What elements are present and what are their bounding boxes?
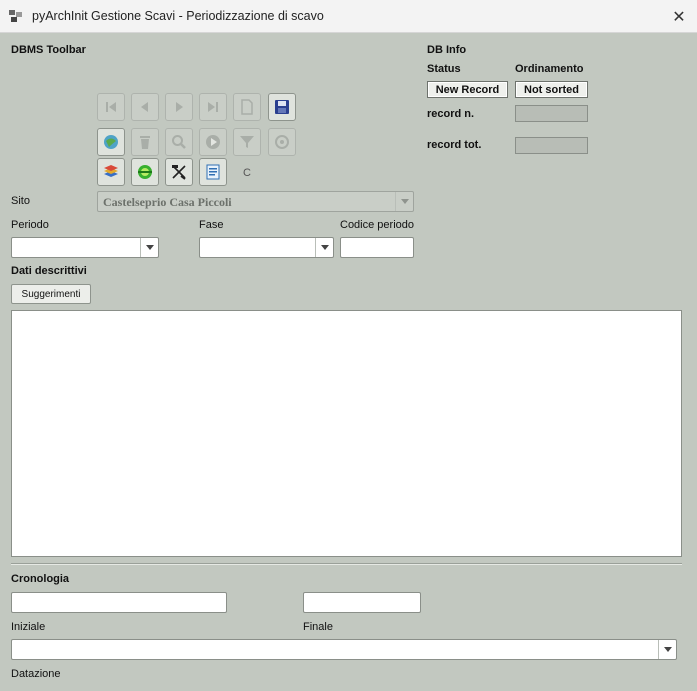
- tool-button[interactable]: [165, 158, 193, 186]
- first-record-button[interactable]: [97, 93, 125, 121]
- app-icon: [9, 10, 22, 22]
- fase-combobox[interactable]: [199, 237, 334, 258]
- last-record-icon: [208, 102, 218, 112]
- title-bar: pyArchInit Gestione Scavi - Periodizzazi…: [0, 0, 697, 33]
- reset-icon: [275, 135, 289, 149]
- divider: [11, 563, 682, 565]
- globe-button[interactable]: [97, 128, 125, 156]
- dati-descrittivi-label: Dati descrittivi: [11, 265, 87, 277]
- periodo-label: Periodo: [11, 219, 49, 231]
- chevron-down-icon[interactable]: [658, 640, 676, 659]
- main-form: DBMS Toolbar C DB Info Status Ordinament…: [0, 33, 697, 691]
- search-icon: [172, 135, 186, 149]
- sito-label: Sito: [11, 195, 30, 207]
- record-tot-label: record tot.: [427, 139, 482, 151]
- layers-icon: [104, 165, 118, 177]
- status-label: Status: [427, 63, 461, 75]
- suggerimenti-button[interactable]: Suggerimenti: [11, 284, 91, 304]
- chevron-down-icon[interactable]: [315, 238, 333, 257]
- save-button[interactable]: [268, 93, 296, 121]
- report-icon: [206, 164, 220, 180]
- trash-icon: [140, 136, 150, 149]
- record-n-field: [515, 105, 588, 122]
- finale-label: Finale: [303, 621, 333, 633]
- fase-label: Fase: [199, 219, 224, 231]
- chevron-down-icon[interactable]: [395, 192, 413, 211]
- descrizione-textarea[interactable]: [11, 310, 682, 557]
- report-button[interactable]: [199, 158, 227, 186]
- db-info-title: DB Info: [427, 44, 467, 56]
- layers-button[interactable]: [97, 158, 125, 186]
- record-n-label: record n.: [427, 108, 475, 120]
- prev-record-button[interactable]: [131, 93, 159, 121]
- datazione-combobox[interactable]: [11, 639, 677, 660]
- c-label: C: [243, 167, 251, 179]
- periodo-combobox[interactable]: [11, 237, 159, 258]
- new-record-icon: [241, 99, 253, 115]
- gis-globe-icon: [138, 165, 152, 179]
- search-button[interactable]: [165, 128, 193, 156]
- cronologia-label: Cronologia: [11, 573, 70, 585]
- delete-button[interactable]: [131, 128, 159, 156]
- first-record-icon: [106, 102, 116, 112]
- codice-periodo-input[interactable]: [340, 237, 414, 258]
- status-value: New Record: [427, 81, 508, 98]
- codice-periodo-label: Codice periodo: [340, 219, 414, 231]
- chevron-down-icon[interactable]: [140, 238, 158, 257]
- prev-record-icon: [141, 102, 148, 112]
- next-record-icon: [176, 102, 183, 112]
- run-button[interactable]: [199, 128, 227, 156]
- sito-value: Castelseprio Casa Piccoli: [103, 195, 232, 209]
- reset-button[interactable]: [268, 128, 296, 156]
- finale-input[interactable]: [303, 592, 421, 613]
- save-icon: [275, 100, 289, 114]
- sito-combobox[interactable]: Castelseprio Casa Piccoli: [97, 191, 414, 212]
- play-icon: [206, 135, 220, 149]
- record-tot-field: [515, 137, 588, 154]
- globe-icon: [104, 135, 118, 149]
- iniziale-input[interactable]: [11, 592, 227, 613]
- iniziale-label: Iniziale: [11, 621, 46, 633]
- tool-icon: [172, 165, 186, 180]
- gis-button[interactable]: [131, 158, 159, 186]
- close-icon: ✕: [672, 7, 686, 26]
- filter-button[interactable]: [233, 128, 261, 156]
- window-title: pyArchInit Gestione Scavi - Periodizzazi…: [32, 9, 324, 23]
- ordinamento-label: Ordinamento: [515, 63, 584, 75]
- filter-icon: [240, 136, 254, 148]
- close-button[interactable]: ✕: [661, 0, 697, 33]
- ordinamento-value: Not sorted: [515, 81, 588, 98]
- datazione-label: Datazione: [11, 668, 61, 680]
- dbms-toolbar-label: DBMS Toolbar: [11, 44, 86, 56]
- next-record-button[interactable]: [165, 93, 193, 121]
- new-record-button[interactable]: [233, 93, 261, 121]
- last-record-button[interactable]: [199, 93, 227, 121]
